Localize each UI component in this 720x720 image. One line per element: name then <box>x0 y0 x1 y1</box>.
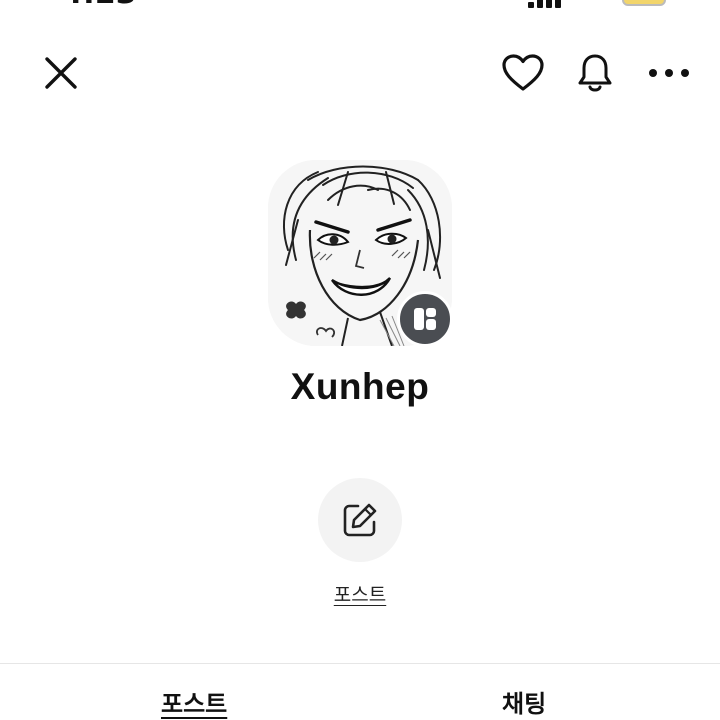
edit-icon <box>343 503 377 537</box>
store-icon <box>414 308 436 330</box>
divider <box>0 663 720 664</box>
profile-name: Xunhep <box>290 366 430 407</box>
tab-posts[interactable]: 포스트 <box>161 684 227 719</box>
more-button[interactable] <box>644 48 694 98</box>
like-button[interactable] <box>498 48 548 98</box>
signal-icon <box>528 0 562 8</box>
close-icon <box>45 57 77 89</box>
status-network: LTE <box>570 0 610 8</box>
close-button[interactable] <box>38 50 84 96</box>
more-dots-icon <box>649 69 689 77</box>
status-bar: 4:23 LTE <box>0 0 720 9</box>
notification-button[interactable] <box>572 48 618 98</box>
battery-icon <box>622 0 666 6</box>
write-post-label[interactable]: 포스트 <box>0 580 720 607</box>
shop-badge <box>397 291 453 347</box>
status-time: 4:23 <box>62 0 137 9</box>
tab-chat[interactable]: 채팅 <box>502 684 546 719</box>
profile-page: 4:23 LTE <box>0 0 720 720</box>
heart-icon <box>502 54 544 91</box>
bell-icon <box>578 54 612 92</box>
write-post-button[interactable] <box>318 478 402 562</box>
